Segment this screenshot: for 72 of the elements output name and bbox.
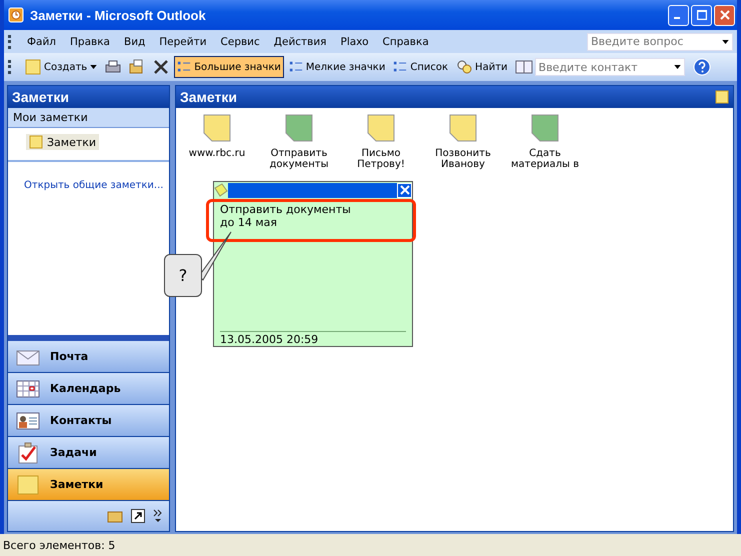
dropdown-icon[interactable] xyxy=(674,65,681,69)
note-icon[interactable] xyxy=(367,114,395,142)
note-label[interactable]: Сдать материалы в xyxy=(506,148,584,170)
window-title: Заметки - Microsoft Outlook xyxy=(30,8,207,22)
view-icon xyxy=(393,60,408,74)
nav-button[interactable]: Почта xyxy=(8,341,169,373)
note-label[interactable]: www.rbc.ru xyxy=(178,148,256,159)
minimize-button[interactable] xyxy=(668,4,689,26)
nav-button[interactable]: Контакты xyxy=(8,405,169,437)
callout-bubble: ? xyxy=(164,254,202,297)
nav-button[interactable]: Календарь xyxy=(8,373,169,405)
menu-item[interactable]: Файл xyxy=(20,36,64,48)
note-icon xyxy=(25,59,41,75)
printer-icon xyxy=(105,59,122,75)
menu-item[interactable]: Вид xyxy=(116,36,152,48)
view-icon xyxy=(288,60,303,74)
question-field[interactable]: Введите вопрос xyxy=(587,32,733,50)
folder-item[interactable]: Заметки xyxy=(26,134,100,150)
clipboard-check-icon xyxy=(16,442,40,464)
menu-item[interactable]: Перейти xyxy=(152,36,214,48)
note-date: 13.05.2005 20:59 xyxy=(220,331,406,346)
note-text[interactable]: Отправить документы до 14 мая xyxy=(214,198,412,331)
note-label[interactable]: Позвонить Иванову xyxy=(424,148,502,170)
shared-notes-link[interactable]: Открыть общие заметки... xyxy=(24,180,164,191)
note-icon[interactable] xyxy=(531,114,559,142)
pane-header: Заметки xyxy=(180,89,237,105)
caret-icon xyxy=(90,65,98,69)
nav-button[interactable]: Заметки xyxy=(8,469,169,501)
contact-card-icon xyxy=(16,410,40,430)
note-icon xyxy=(214,183,228,197)
note-icon[interactable] xyxy=(203,114,231,142)
note-icon xyxy=(29,135,43,149)
chevron-icon[interactable] xyxy=(153,509,163,523)
view-icon xyxy=(177,60,192,74)
close-button[interactable] xyxy=(397,182,412,198)
shortcut-icon[interactable] xyxy=(131,509,145,523)
note-label[interactable]: Отправить документы xyxy=(260,148,338,170)
menu-item[interactable]: Сервис xyxy=(214,36,267,48)
find-icon xyxy=(456,59,472,75)
find-button[interactable]: Найти xyxy=(453,56,511,78)
note-icon[interactable] xyxy=(449,114,477,142)
folder-icon[interactable] xyxy=(107,509,123,523)
note-icon xyxy=(715,90,729,104)
minimize-icon xyxy=(674,17,680,19)
menu-item[interactable]: Справка xyxy=(376,36,436,48)
list-button[interactable]: Список xyxy=(390,56,452,78)
note-label[interactable]: Письмо Петрову! xyxy=(342,148,420,170)
folder-icon xyxy=(129,59,146,75)
close-button[interactable] xyxy=(714,4,735,26)
menu-item[interactable]: Правка xyxy=(63,36,117,48)
delete-icon xyxy=(153,59,170,75)
maximize-button[interactable] xyxy=(691,4,712,26)
note-icon xyxy=(16,474,40,496)
address-book-icon[interactable] xyxy=(514,59,533,75)
close-icon xyxy=(720,10,730,20)
menu-item[interactable]: Plaxo xyxy=(334,36,376,48)
status-bar: Всего элементов: 5 xyxy=(0,534,741,556)
nav-button[interactable]: Задачи xyxy=(8,437,169,469)
section-header: Мои заметки xyxy=(8,108,169,128)
menu-item[interactable]: Действия xyxy=(266,36,334,48)
dropdown-icon[interactable] xyxy=(722,40,729,44)
calendar-icon xyxy=(16,378,40,398)
note-icon[interactable] xyxy=(285,114,313,142)
small-icons-button[interactable]: Мелкие значки xyxy=(286,56,388,78)
contact-field[interactable]: Введите контакт xyxy=(534,58,685,76)
close-icon xyxy=(400,185,410,195)
outlook-icon xyxy=(8,7,24,23)
maximize-icon xyxy=(696,10,706,20)
help-icon[interactable] xyxy=(692,58,711,76)
new-button[interactable]: Создать xyxy=(22,56,100,78)
large-icons-button[interactable]: Большие значки xyxy=(174,56,284,78)
pane-header: Заметки xyxy=(8,86,169,108)
